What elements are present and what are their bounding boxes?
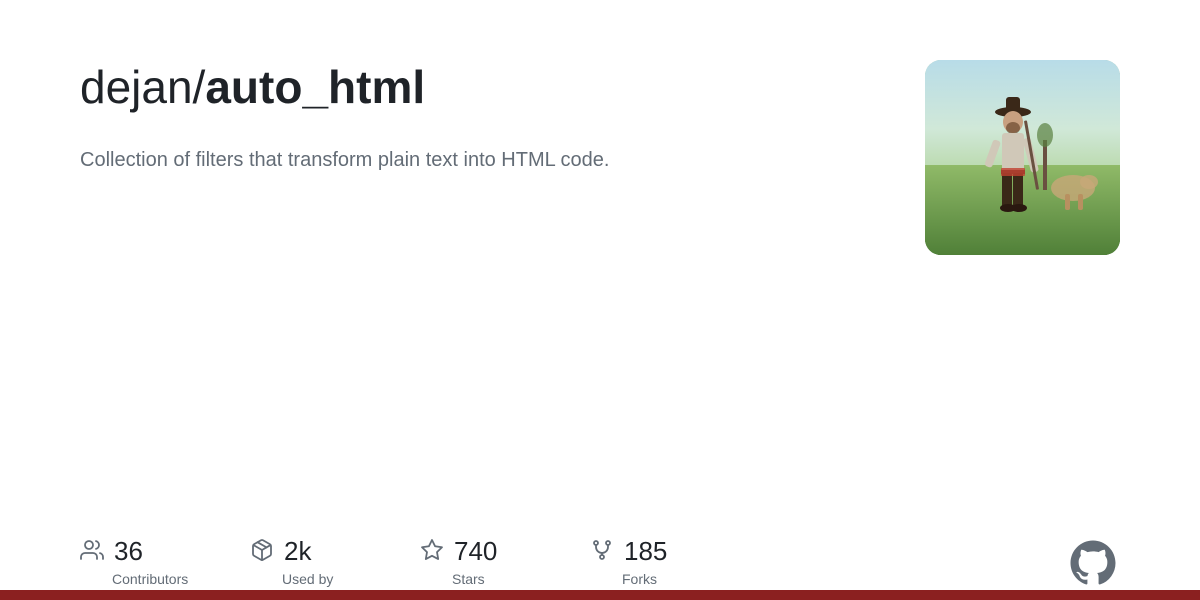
stat-contributors-top: 36 bbox=[80, 536, 143, 567]
package-svg bbox=[250, 538, 274, 562]
stat-stars[interactable]: 740 Stars bbox=[420, 536, 530, 587]
star-icon bbox=[420, 538, 444, 566]
star-svg bbox=[420, 538, 444, 562]
contributors-label: Contributors bbox=[112, 571, 188, 587]
stat-contributors[interactable]: 36 Contributors bbox=[80, 536, 190, 587]
package-icon bbox=[250, 538, 274, 566]
used-by-number: 2k bbox=[284, 536, 311, 567]
right-section bbox=[925, 60, 1120, 255]
repo-description: Collection of filters that transform pla… bbox=[80, 145, 609, 175]
repo-title: dejan/auto_html bbox=[80, 60, 609, 115]
repo-name: auto_html bbox=[205, 61, 425, 113]
stats-bar: 36 Contributors 2k Used by bbox=[0, 506, 1200, 590]
people-icon bbox=[80, 538, 104, 566]
bottom-bar bbox=[0, 590, 1200, 600]
fork-icon bbox=[590, 538, 614, 566]
avatar-figure-svg bbox=[925, 60, 1120, 255]
contributors-number: 36 bbox=[114, 536, 143, 567]
repo-owner: dejan/ bbox=[80, 61, 205, 113]
stat-stars-top: 740 bbox=[420, 536, 497, 567]
stat-used-by-top: 2k bbox=[250, 536, 311, 567]
used-by-label: Used by bbox=[282, 571, 333, 587]
people-svg bbox=[80, 538, 104, 562]
forks-number: 185 bbox=[624, 536, 667, 567]
stat-used-by[interactable]: 2k Used by bbox=[250, 536, 360, 587]
stars-label: Stars bbox=[452, 571, 485, 587]
fork-svg bbox=[590, 538, 614, 562]
stars-number: 740 bbox=[454, 536, 497, 567]
avatar-artwork bbox=[925, 60, 1120, 255]
github-icon-wrapper[interactable] bbox=[1066, 536, 1120, 590]
repo-avatar bbox=[925, 60, 1120, 255]
left-section: dejan/auto_html Collection of filters th… bbox=[80, 60, 609, 175]
forks-label: Forks bbox=[622, 571, 657, 587]
stat-forks[interactable]: 185 Forks bbox=[590, 536, 700, 587]
github-logo bbox=[1066, 536, 1120, 590]
main-content: dejan/auto_html Collection of filters th… bbox=[0, 0, 1200, 506]
stat-forks-top: 185 bbox=[590, 536, 667, 567]
